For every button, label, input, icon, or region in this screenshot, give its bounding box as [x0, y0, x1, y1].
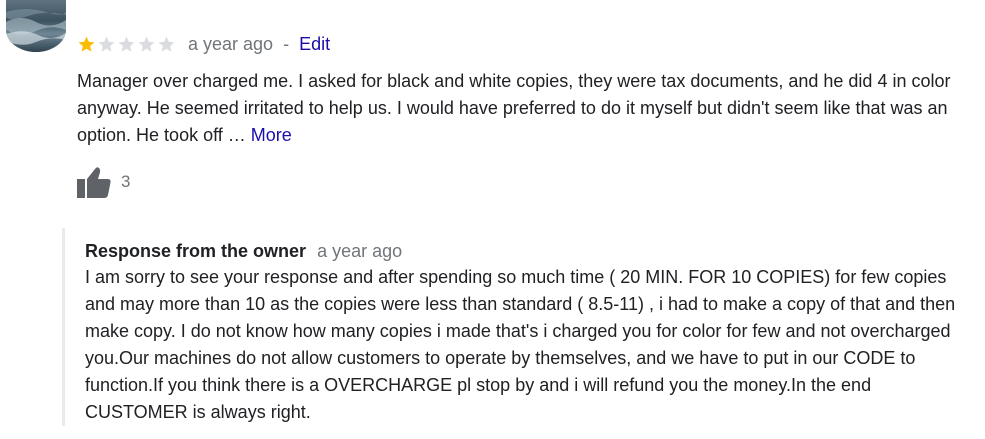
more-link[interactable]: More [251, 125, 292, 145]
review-text: Manager over charged me. I asked for bla… [77, 71, 951, 145]
edit-review-link[interactable]: Edit [299, 34, 330, 55]
owner-response: Response from the owner a year ago I am … [62, 228, 977, 426]
review-meta: a year ago - Edit [77, 31, 330, 57]
star-empty-icon [118, 36, 135, 52]
star-filled-icon [78, 36, 95, 52]
star-empty-icon [98, 36, 115, 52]
owner-response-time-ago: a year ago [317, 241, 403, 261]
star-empty-icon [158, 36, 175, 52]
owner-response-title: Response from the owner [85, 241, 307, 261]
like-row: 3 [76, 165, 130, 199]
owner-response-header: Response from the owner a year ago [85, 239, 402, 263]
review-body: Manager over charged me. I asked for bla… [77, 68, 972, 149]
review-card: a year ago - Edit Manager over charged m… [0, 0, 985, 439]
like-count: 3 [121, 172, 131, 191]
reviewer-avatar[interactable] [6, 0, 66, 52]
meta-separator: - [283, 33, 290, 54]
thumbs-up-icon[interactable] [76, 165, 112, 199]
review-time-ago: a year ago [188, 33, 274, 54]
star-empty-icon [138, 36, 155, 52]
owner-response-text: I am sorry to see your response and afte… [85, 267, 956, 422]
star-rating [77, 35, 176, 54]
